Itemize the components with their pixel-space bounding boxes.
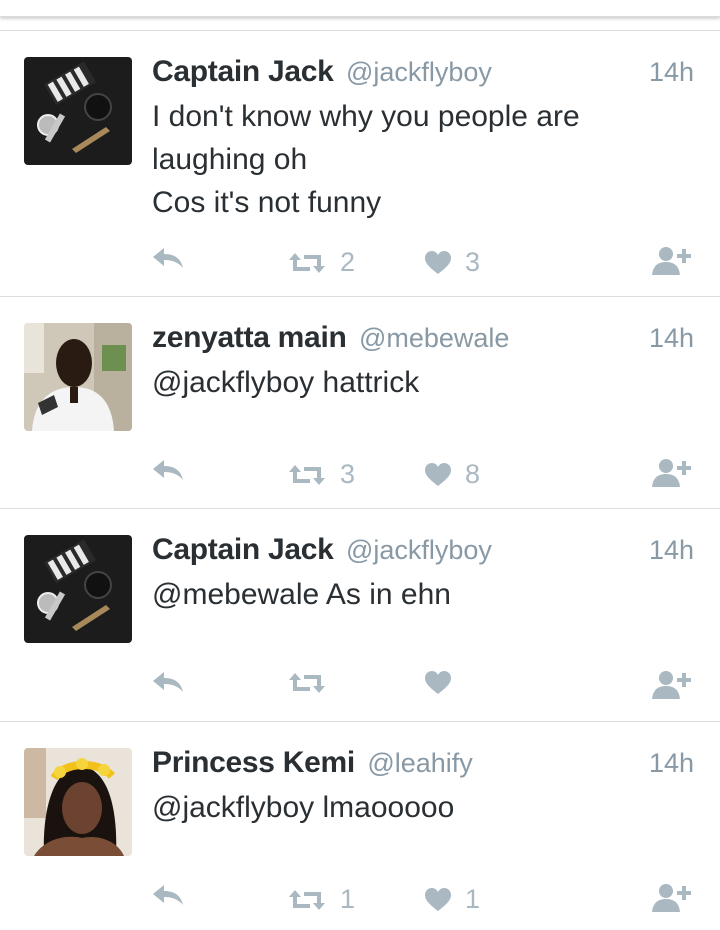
tweet-actions: 1 1 — [0, 884, 720, 930]
follow-user-icon — [652, 247, 691, 275]
retweet-count: 2 — [340, 247, 356, 277]
retweet-icon — [289, 673, 325, 693]
retweet-icon — [289, 464, 325, 485]
retweet-button[interactable]: 2 — [288, 247, 355, 278]
tweet-text: I don't know why you people are laughing… — [152, 95, 672, 224]
heart-icon — [425, 462, 451, 486]
tweet-actions — [0, 671, 720, 717]
like-button[interactable]: 1 — [425, 884, 480, 915]
like-count: 3 — [465, 247, 481, 277]
heart-icon — [425, 250, 451, 274]
tweet-item[interactable]: zenyatta main @mebewale 14h @jackflyboy … — [0, 296, 720, 508]
tweet-item[interactable]: Princess Kemi @leahify 14h @jackflyboy l… — [0, 721, 720, 923]
tweet-text-line: laughing oh — [152, 143, 308, 176]
tweet-item[interactable]: Captain Jack @jackflyboy 14h @mebewale A… — [0, 508, 720, 721]
like-button[interactable] — [425, 671, 465, 695]
top-app-bar — [0, 0, 720, 17]
retweet-count: 1 — [340, 884, 356, 914]
timestamp: 14h — [648, 57, 694, 87]
tweet-text-line: I don't know why you people are — [152, 100, 580, 133]
timestamp: 14h — [648, 535, 694, 565]
follow-button[interactable] — [652, 245, 694, 275]
tweet-text: @jackflyboy lmaooooo — [152, 786, 672, 829]
tweet-text-line: @mebewale As in ehn — [152, 578, 451, 611]
author-name[interactable]: Captain Jack — [152, 55, 334, 88]
author-handle[interactable]: @jackflyboy — [346, 57, 492, 87]
tweet-text-line: @jackflyboy hattrick — [152, 366, 420, 399]
retweet-button[interactable]: 1 — [288, 884, 355, 915]
author-name[interactable]: zenyatta main — [152, 321, 347, 354]
author-handle[interactable]: @mebewale — [359, 323, 509, 353]
reply-button[interactable] — [152, 884, 184, 906]
author-handle[interactable]: @leahify — [367, 748, 472, 778]
follow-button[interactable] — [652, 669, 694, 699]
timestamp: 14h — [648, 748, 694, 778]
tweet-text-line: Cos it's not funny — [152, 186, 382, 219]
heart-icon — [425, 887, 451, 911]
follow-button[interactable] — [652, 457, 694, 487]
retweet-count: 3 — [340, 459, 356, 489]
avatar[interactable] — [24, 535, 132, 643]
reply-icon — [153, 460, 183, 480]
heart-icon — [425, 671, 451, 694]
like-button[interactable]: 8 — [425, 459, 480, 490]
reply-icon — [153, 248, 183, 268]
tweet-feed: Captain Jack @jackflyboy 14h I don't kno… — [0, 30, 720, 923]
author-name[interactable]: Princess Kemi — [152, 746, 355, 779]
retweet-icon — [289, 252, 325, 273]
avatar[interactable] — [24, 748, 132, 856]
tweet-item[interactable]: Captain Jack @jackflyboy 14h I don't kno… — [0, 30, 720, 296]
tweet-actions: 2 3 — [0, 247, 720, 293]
reply-button[interactable] — [152, 671, 184, 693]
like-count: 1 — [465, 884, 481, 914]
tweet-text-line: @jackflyboy lmaooooo — [152, 791, 455, 824]
author-handle[interactable]: @jackflyboy — [346, 535, 492, 565]
like-count: 8 — [465, 459, 481, 489]
retweet-icon — [289, 889, 325, 910]
tweet-text: @jackflyboy hattrick — [152, 361, 672, 404]
retweet-button[interactable]: 3 — [288, 459, 355, 490]
follow-user-icon — [652, 884, 691, 912]
avatar[interactable] — [24, 57, 132, 165]
author-name[interactable]: Captain Jack — [152, 533, 334, 566]
like-button[interactable]: 3 — [425, 247, 480, 278]
avatar[interactable] — [24, 323, 132, 431]
timestamp: 14h — [648, 323, 694, 353]
reply-icon — [153, 885, 183, 905]
follow-user-icon — [652, 459, 691, 487]
follow-button[interactable] — [652, 882, 694, 912]
follow-user-icon — [652, 671, 691, 699]
tweet-actions: 3 8 — [0, 459, 720, 505]
reply-button[interactable] — [152, 247, 184, 269]
tweet-text: @mebewale As in ehn — [152, 573, 672, 616]
reply-button[interactable] — [152, 459, 184, 481]
reply-icon — [153, 672, 183, 692]
retweet-button[interactable] — [288, 671, 340, 695]
